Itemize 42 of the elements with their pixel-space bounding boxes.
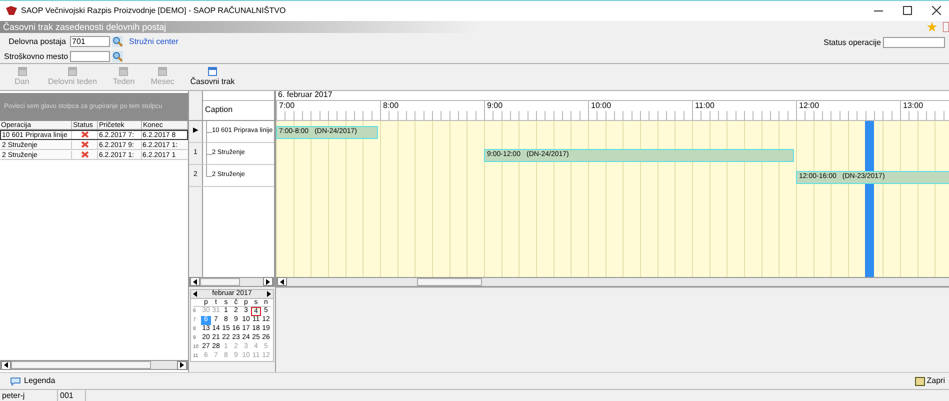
next-month-icon[interactable] <box>266 290 271 297</box>
cost-center-field[interactable] <box>70 51 110 62</box>
speech-bubble-icon <box>10 376 21 386</box>
status-dropdown[interactable] <box>883 36 945 48</box>
previous-month-icon[interactable] <box>193 290 197 297</box>
window-title: SAOP Večnivojski Razpis Proizvodnje [DEMO] - SAOP RAČUNALNIŠTVO <box>21 4 286 17</box>
status-bar-field: peter-j <box>0 390 58 401</box>
field-label: Stroškovno mesto <box>4 50 68 63</box>
cross-icon <box>80 141 89 148</box>
app-logo-icon <box>6 6 17 16</box>
workstation-field[interactable]: 701 <box>70 36 110 48</box>
calendar-icon <box>119 66 128 76</box>
horizontal-scrollbar[interactable] <box>189 276 274 287</box>
scroll-right-button[interactable] <box>263 277 273 286</box>
field-label: Delovna postaja <box>8 36 67 48</box>
status-bar-field: 001 <box>58 390 86 401</box>
calendar-icon <box>158 66 167 76</box>
document-icon[interactable] <box>943 22 949 32</box>
scroll-left-button[interactable] <box>1 360 11 370</box>
search-icon[interactable] <box>112 36 123 48</box>
calendar-icon <box>68 66 77 76</box>
scroll-right-button[interactable] <box>177 360 187 370</box>
calendar-icon <box>208 66 218 76</box>
toolbar-button[interactable]: Časovni trak <box>184 66 241 87</box>
scroll-left-button[interactable] <box>277 277 287 286</box>
star-icon[interactable] <box>927 22 937 32</box>
workstation-link[interactable]: Stružni center <box>129 36 178 48</box>
search-icon[interactable] <box>112 51 123 62</box>
panel-title: Časovni trak zasedenosti delovnih postaj <box>3 20 166 34</box>
close-button[interactable]: Zapri <box>914 375 945 387</box>
caption-header[interactable]: Caption <box>203 100 274 120</box>
cross-icon <box>80 151 89 158</box>
calendar-icon <box>18 66 26 76</box>
timeline-date: 6. februar 2017 <box>278 90 332 102</box>
legend-button[interactable]: Legenda <box>10 375 56 387</box>
cross-icon <box>80 131 89 138</box>
field-label: Status operacije <box>824 36 881 49</box>
close-icon[interactable] <box>932 6 941 16</box>
scroll-left-button[interactable] <box>190 277 200 286</box>
horizontal-scrollbar[interactable] <box>0 360 188 370</box>
horizontal-scrollbar[interactable] <box>276 276 949 287</box>
maximize-icon[interactable] <box>903 6 912 16</box>
